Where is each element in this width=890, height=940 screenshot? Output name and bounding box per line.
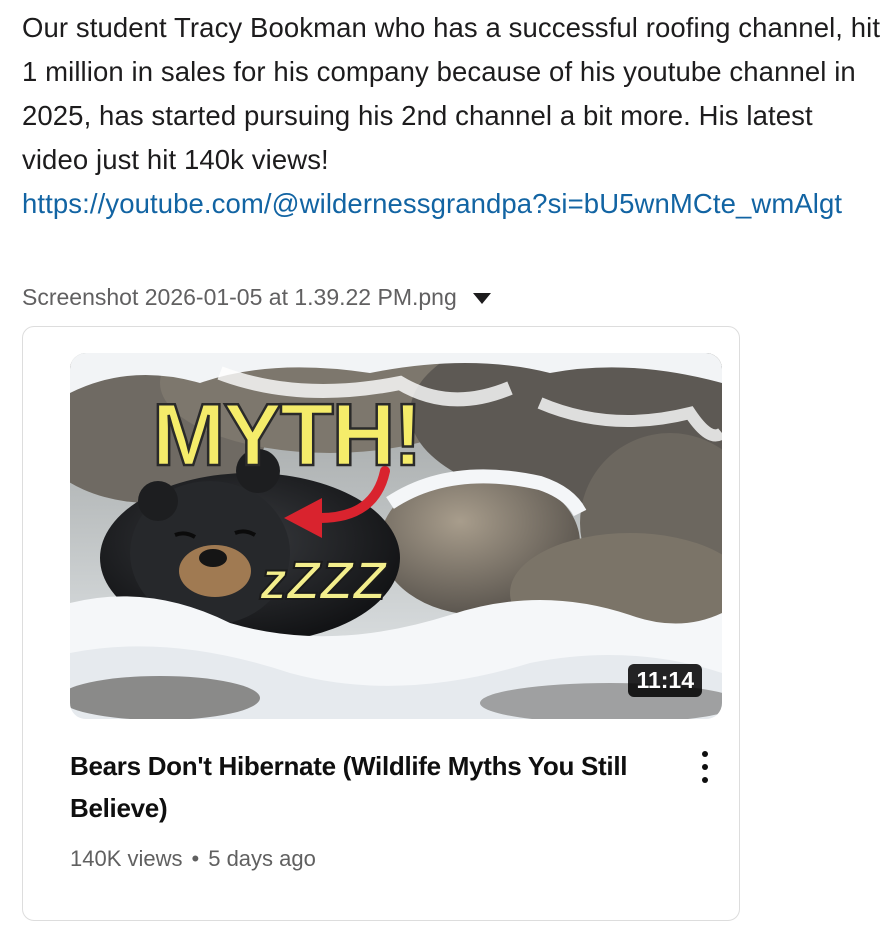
meta-separator: • <box>191 846 200 871</box>
video-thumbnail[interactable]: MYTH! zZZZ 11:14 <box>70 353 722 719</box>
upload-age: 5 days ago <box>208 846 316 871</box>
video-meta: 140K views • 5 days ago <box>70 846 316 872</box>
image-attachment[interactable]: MYTH! zZZZ 11:14 Bears Don't Hibernate (… <box>22 326 740 921</box>
video-title[interactable]: Bears Don't Hibernate (Wildlife Myths Yo… <box>70 745 650 829</box>
channel-link[interactable]: https://youtube.com/@wildernessgrandpa?s… <box>22 182 882 226</box>
thumbnail-art: MYTH! zZZZ <box>70 353 722 719</box>
message-text: Our student Tracy Bookman who has a succ… <box>22 12 881 175</box>
duration-badge: 11:14 <box>628 664 702 697</box>
more-vertical-icon[interactable] <box>695 751 715 791</box>
caret-down-icon[interactable] <box>472 292 491 304</box>
attachment-filename[interactable]: Screenshot 2026-01-05 at 1.39.22 PM.png <box>22 284 457 311</box>
attachment-header: Screenshot 2026-01-05 at 1.39.22 PM.png <box>22 282 491 312</box>
message-body: Our student Tracy Bookman who has a succ… <box>22 6 882 226</box>
zzz-text: zZZZ <box>259 551 388 611</box>
myth-text: MYTH! <box>152 385 421 484</box>
view-count: 140K views <box>70 846 183 871</box>
